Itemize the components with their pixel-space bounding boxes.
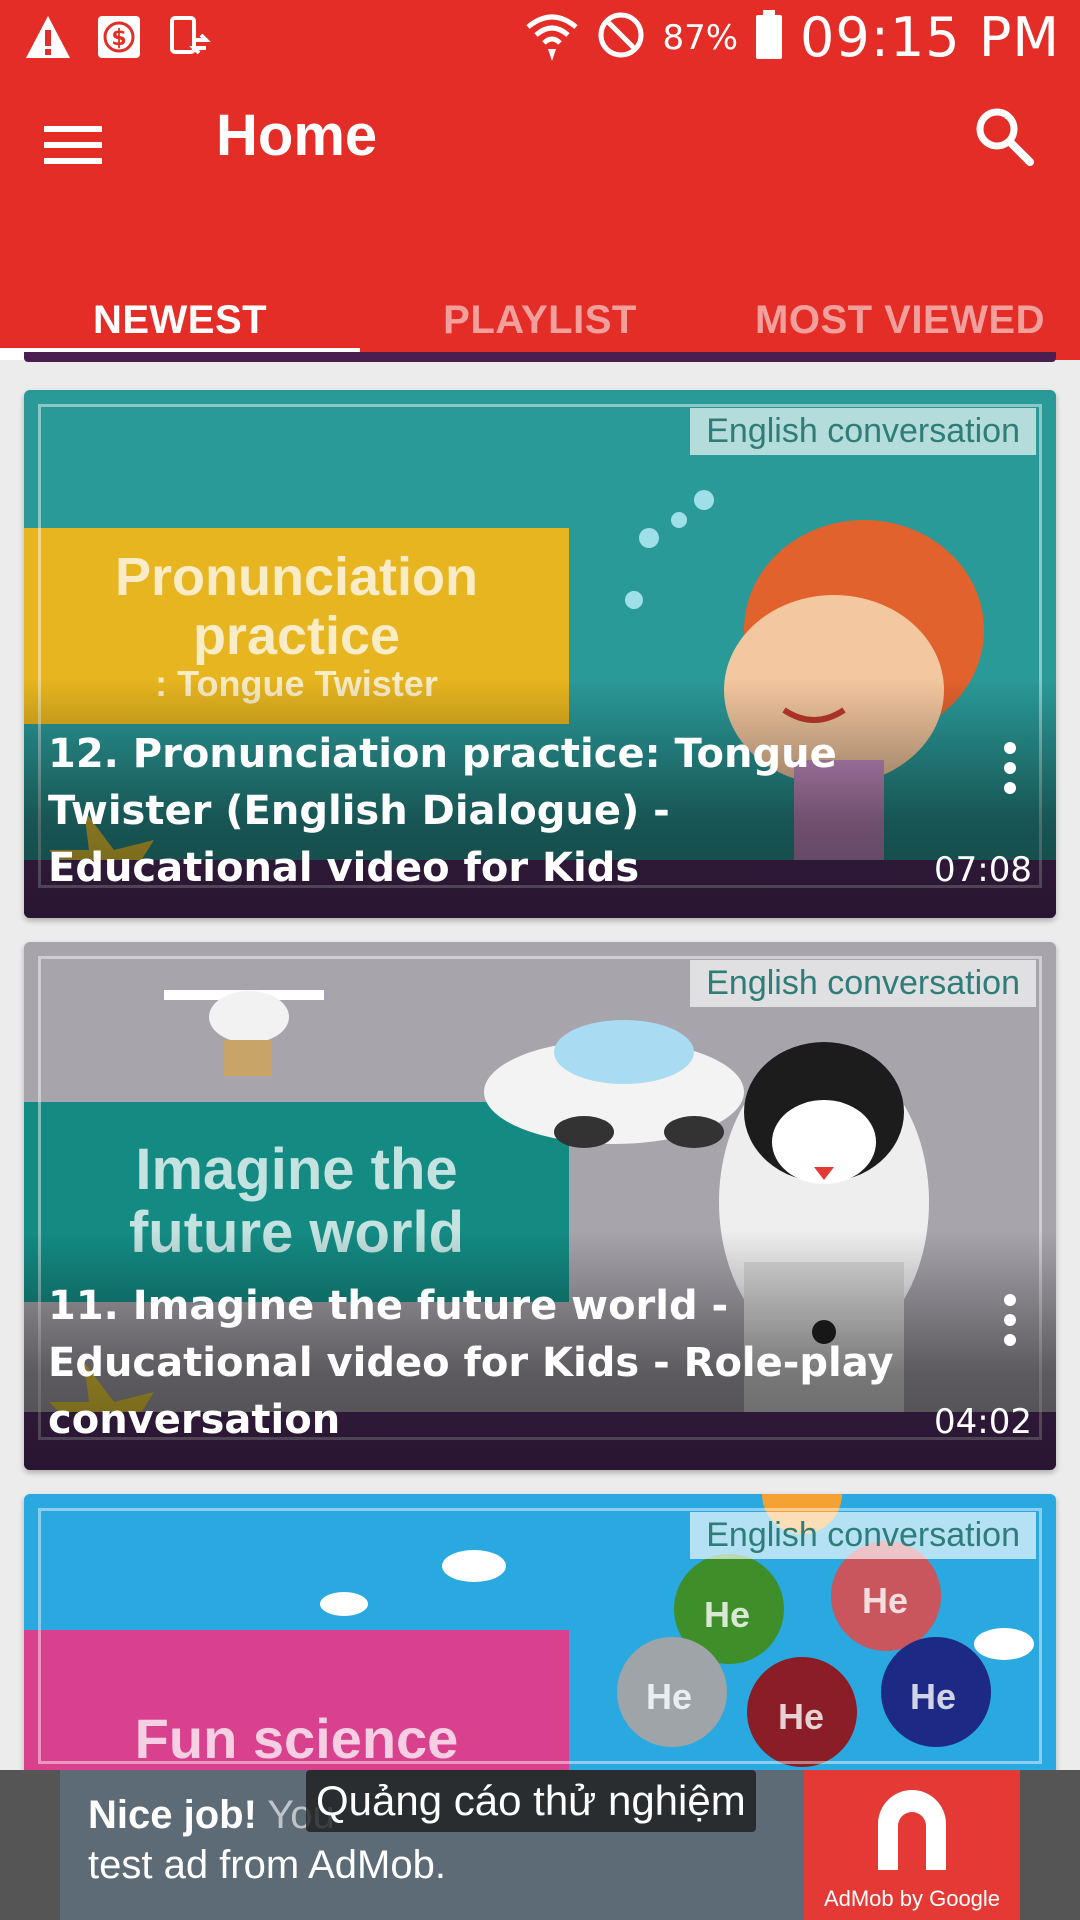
device-sync-icon	[166, 14, 212, 65]
balloon-label: He	[646, 1676, 693, 1717]
search-button[interactable]	[972, 104, 1052, 184]
video-title[interactable]: 11. Imagine the future world - Education…	[48, 1278, 928, 1449]
thumbnail-caption-line: Imagine the	[135, 1137, 458, 1203]
hamburger-menu-icon	[44, 126, 104, 176]
balloon-label: He	[778, 1696, 825, 1737]
video-card[interactable]: English conversation Pronunciation pract…	[24, 390, 1056, 918]
page-title: Home	[216, 103, 378, 168]
balloon-label: He	[910, 1676, 957, 1717]
search-icon	[972, 108, 1036, 172]
balloon-label: He	[862, 1580, 909, 1621]
admob-logo[interactable]: AdMob by Google	[804, 1770, 1020, 1920]
wifi-icon	[524, 7, 580, 68]
warning-icon	[24, 14, 72, 65]
ad-headline: Nice job!	[88, 1793, 257, 1837]
category-tag: English conversation	[690, 960, 1036, 1007]
blocked-icon	[596, 10, 646, 65]
video-duration: 07:08	[934, 850, 1032, 890]
menu-button[interactable]	[44, 112, 124, 182]
video-card[interactable]: English conversation Imagine the future …	[24, 942, 1056, 1470]
video-title[interactable]: 12. Pronunciation practice: Tongue Twist…	[48, 726, 928, 897]
admob-icon	[864, 1784, 960, 1885]
category-tag: English conversation	[690, 408, 1036, 455]
app-bar: Home NEWEST PLAYLIST MOST VIEWED	[0, 80, 1080, 360]
category-tag: English conversation	[690, 1512, 1036, 1559]
video-card[interactable]: English conversation He He He He He Fun …	[24, 1494, 1056, 1794]
ad-body-end: test ad from AdMob.	[88, 1843, 446, 1887]
status-bar: $ 87% 09:15 PM	[0, 0, 1080, 80]
tab-most-viewed[interactable]: MOST VIEWED	[720, 280, 1080, 360]
more-vert-icon	[990, 1294, 1030, 1354]
admob-label: AdMob by Google	[823, 1886, 1001, 1911]
toast-message: Quảng cáo thử nghiệm	[306, 1770, 756, 1832]
video-duration: 04:02	[934, 1402, 1032, 1442]
battery-percent: 87%	[662, 17, 739, 58]
tab-playlist[interactable]: PLAYLIST	[360, 280, 720, 360]
dollar-icon: $	[96, 14, 142, 65]
thumbnail-caption-line: practice	[192, 605, 401, 666]
thumbnail-caption-line: Pronunciation	[115, 547, 478, 608]
previous-card-edge	[24, 352, 1056, 362]
more-options-button[interactable]	[990, 1290, 1030, 1350]
more-options-button[interactable]	[990, 738, 1030, 798]
balloon-label: He	[704, 1594, 751, 1635]
svg-text:$: $	[111, 26, 126, 51]
battery-icon	[754, 10, 784, 65]
thumbnail-caption-line: Fun science	[134, 1707, 459, 1770]
more-vert-icon	[990, 742, 1030, 802]
clock: 09:15 PM	[800, 6, 1060, 69]
